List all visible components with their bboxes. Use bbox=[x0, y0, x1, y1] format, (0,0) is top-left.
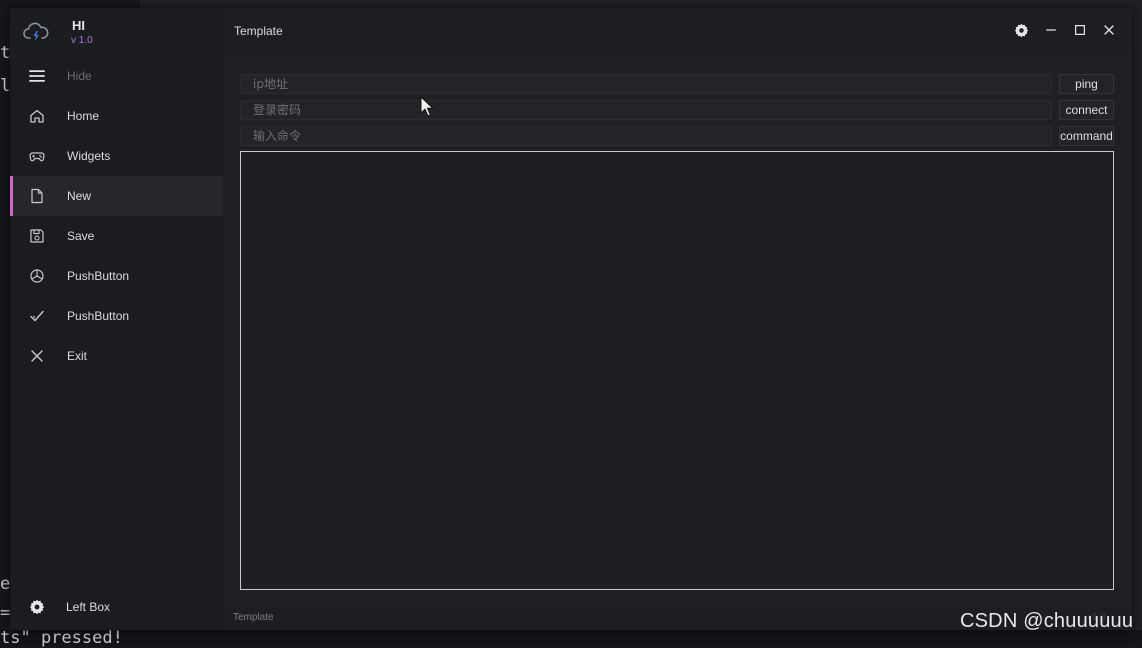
output-text-area[interactable] bbox=[240, 151, 1114, 590]
app-window: HI v 1.0 Hide Home Widgets New Save Push… bbox=[10, 8, 1132, 630]
home-icon bbox=[28, 107, 46, 125]
maximize-button[interactable] bbox=[1071, 21, 1089, 39]
aperture-icon bbox=[28, 267, 46, 285]
app-version: v 1.0 bbox=[71, 35, 93, 46]
settings-button[interactable] bbox=[1012, 21, 1030, 39]
maximize-icon bbox=[1073, 23, 1087, 37]
background-console-line: ts" pressed! bbox=[0, 628, 123, 648]
minimize-button[interactable] bbox=[1042, 21, 1060, 39]
close-icon bbox=[1102, 23, 1116, 37]
brand-header: HI v 1.0 bbox=[10, 8, 223, 60]
save-icon bbox=[28, 227, 46, 245]
check-icon bbox=[28, 307, 46, 325]
command-button[interactable]: command bbox=[1059, 126, 1114, 146]
sidebar-item-label: Home bbox=[67, 109, 100, 123]
sidebar-item-exit[interactable]: Exit bbox=[10, 336, 223, 376]
sidebar-item-home[interactable]: Home bbox=[10, 96, 223, 136]
background-tab-bar bbox=[140, 0, 1142, 8]
x-icon bbox=[28, 347, 46, 365]
sidebar-item-widgets[interactable]: Widgets bbox=[10, 136, 223, 176]
sidebar-item-label: New bbox=[67, 189, 92, 203]
password-input[interactable] bbox=[241, 101, 1051, 119]
sidebar-item-label: PushButton bbox=[67, 309, 130, 323]
command-field[interactable] bbox=[240, 126, 1052, 146]
background-code-fragment: e bbox=[0, 574, 11, 594]
hamburger-icon bbox=[28, 67, 46, 85]
sidebar-item-save[interactable]: Save bbox=[10, 216, 223, 256]
ip-address-field[interactable] bbox=[240, 74, 1052, 94]
connect-button[interactable]: connect bbox=[1059, 100, 1114, 120]
app-name: HI bbox=[72, 18, 85, 33]
menu-toggle-button[interactable]: Hide bbox=[10, 56, 223, 96]
gear-icon bbox=[1014, 23, 1029, 38]
password-field[interactable] bbox=[240, 100, 1052, 120]
sidebar-item-left-box[interactable]: Left Box bbox=[10, 587, 223, 627]
sidebar-item-new[interactable]: New bbox=[10, 176, 223, 216]
ping-button[interactable]: ping bbox=[1059, 74, 1114, 94]
sidebar-item-label: Left Box bbox=[66, 600, 111, 614]
watermark: CSDN @chuuuuuu bbox=[960, 610, 1134, 632]
content-area: Template ip地址 ping 登录密码 connect 输入命令 com… bbox=[223, 8, 1132, 630]
background-right-strip bbox=[1132, 8, 1142, 638]
sidebar-item-label: PushButton bbox=[67, 269, 130, 283]
left-menu: HI v 1.0 Hide Home Widgets New Save Push… bbox=[10, 8, 223, 630]
ip-address-input[interactable] bbox=[241, 75, 1051, 93]
cloud-bolt-logo-icon bbox=[23, 19, 49, 45]
close-button[interactable] bbox=[1100, 21, 1118, 39]
sidebar-item-label: Exit bbox=[67, 349, 88, 363]
gamepad-icon bbox=[28, 147, 46, 165]
mouse-cursor-icon bbox=[420, 95, 435, 123]
gear-icon bbox=[28, 598, 46, 616]
file-icon bbox=[28, 187, 46, 205]
title-bar: Template bbox=[223, 8, 1132, 53]
window-title: Template bbox=[234, 24, 283, 38]
sidebar-item-label: Widgets bbox=[67, 149, 111, 163]
sidebar-item-pushbutton-2[interactable]: PushButton bbox=[10, 296, 223, 336]
background-code-fragment: = bbox=[0, 603, 11, 623]
minimize-icon bbox=[1044, 23, 1058, 37]
sidebar-item-pushbutton-1[interactable]: PushButton bbox=[10, 256, 223, 296]
command-input[interactable] bbox=[241, 127, 1051, 145]
menu-toggle-label: Hide bbox=[67, 69, 92, 83]
sidebar-item-label: Save bbox=[67, 229, 95, 243]
status-label: Template bbox=[233, 612, 274, 623]
